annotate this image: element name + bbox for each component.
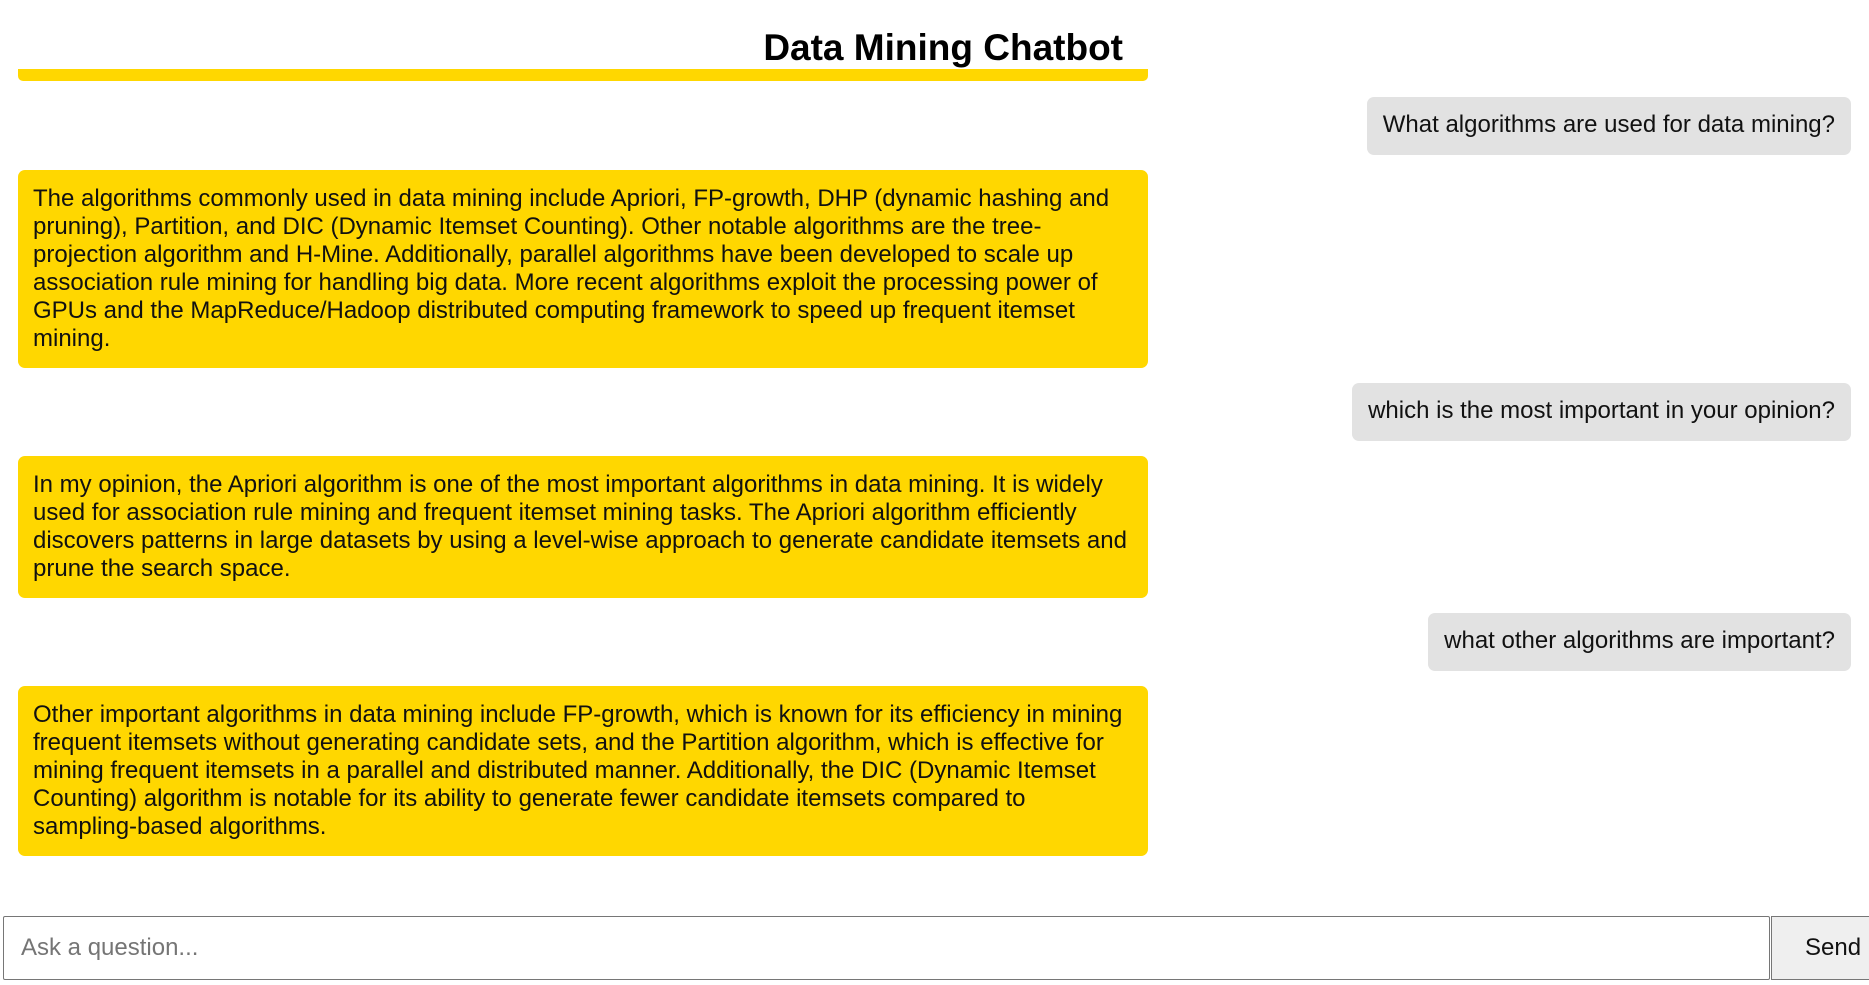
user-message: what other algorithms are important? xyxy=(1428,613,1851,671)
composer: Send xyxy=(3,916,1869,980)
page-title: Data Mining Chatbot xyxy=(763,27,1123,68)
user-message: What algorithms are used for data mining… xyxy=(1366,97,1851,155)
user-message: which is the most important in your opin… xyxy=(1352,383,1851,441)
bot-message: Other important algorithms in data minin… xyxy=(18,686,1148,856)
question-input[interactable] xyxy=(3,916,1770,980)
chatbot-page: Data Mining Chatbot What algorithms are … xyxy=(0,0,1869,985)
send-button[interactable]: Send xyxy=(1771,916,1869,980)
header-accent-bar xyxy=(18,69,1148,81)
bot-message: The algorithms commonly used in data min… xyxy=(18,170,1148,368)
bot-message: In my opinion, the Apriori algorithm is … xyxy=(18,456,1148,598)
